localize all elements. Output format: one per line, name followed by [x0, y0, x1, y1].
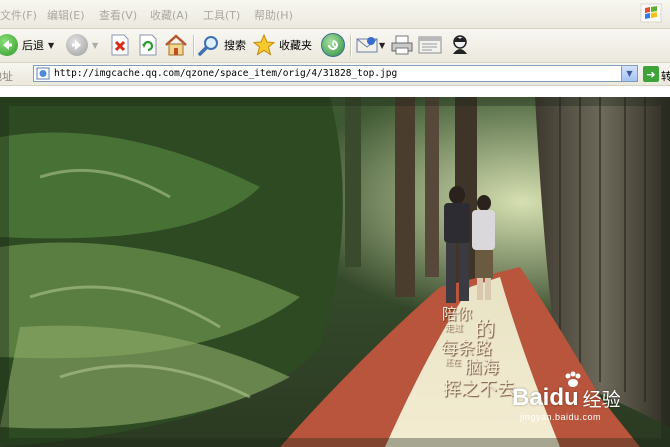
mail-button[interactable]: ▼	[356, 33, 385, 57]
mail-icon	[356, 37, 378, 53]
edit-icon	[418, 36, 442, 54]
edit-button[interactable]	[418, 33, 442, 57]
refresh-button[interactable]	[138, 33, 158, 57]
home-button[interactable]	[164, 33, 188, 57]
print-icon	[391, 35, 413, 55]
menu-edit[interactable]: 编辑(E)	[47, 7, 85, 23]
mail-dropdown-icon[interactable]: ▼	[379, 41, 385, 50]
messenger-icon	[453, 35, 467, 54]
address-url: http://imgcache.qq.com/qzone/space_item/…	[54, 68, 398, 79]
menu-file[interactable]: 文件(F)	[0, 7, 37, 23]
caption-line-2: 走过	[445, 324, 464, 334]
stop-button[interactable]	[110, 33, 130, 57]
paw-icon	[565, 371, 581, 387]
favorites-label: 收藏夹	[279, 39, 312, 52]
baidu-watermark: Baidu 经验 jingyan.baidu.com	[512, 371, 621, 422]
caption-line-5: 还在	[445, 358, 461, 367]
toolbar: 后退 ▼ ▼ 搜索 收藏夹 ▼	[0, 29, 670, 63]
forward-arrow-icon	[66, 34, 88, 56]
address-bar: 地址 http://imgcache.qq.com/qzone/space_it…	[0, 63, 670, 86]
address-label: 地址	[0, 70, 13, 83]
favorites-button[interactable]: 收藏夹	[253, 33, 312, 57]
watermark-sub: jingyan.baidu.com	[520, 412, 602, 422]
toolbar-separator	[193, 35, 195, 57]
back-button[interactable]: 后退 ▼	[0, 33, 54, 57]
stop-icon	[111, 34, 129, 56]
back-dropdown-icon[interactable]: ▼	[48, 41, 54, 50]
watermark-product: 经验	[582, 388, 621, 411]
forward-button[interactable]: ▼	[66, 33, 98, 57]
home-icon	[165, 34, 187, 56]
refresh-icon	[139, 34, 157, 56]
star-icon	[253, 34, 275, 56]
history-icon	[321, 33, 345, 57]
go-arrow-icon: ➜	[646, 67, 656, 81]
page-icon	[36, 67, 50, 80]
search-icon	[198, 36, 218, 56]
go-button[interactable]: ➜	[643, 66, 659, 82]
address-dropdown-icon[interactable]: ▼	[621, 66, 637, 81]
go-label: 转	[661, 70, 670, 83]
caption-line-7: 挥之不去	[443, 379, 515, 400]
history-button[interactable]	[321, 33, 345, 57]
messenger-button[interactable]	[449, 33, 471, 57]
search-label: 搜索	[224, 39, 246, 52]
back-label: 后退	[22, 39, 44, 52]
address-input[interactable]: http://imgcache.qq.com/qzone/space_item/…	[33, 65, 638, 82]
toolbar-separator	[350, 35, 352, 57]
menu-tools[interactable]: 工具(T)	[203, 7, 240, 23]
menu-help[interactable]: 帮助(H)	[254, 7, 293, 23]
menu-view[interactable]: 查看(V)	[99, 7, 137, 23]
windows-flag-icon	[640, 3, 662, 23]
search-button[interactable]: 搜索	[198, 33, 246, 57]
menu-favorites[interactable]: 收藏(A)	[150, 7, 188, 23]
back-arrow-icon	[0, 34, 18, 56]
menu-bar: 文件(F) 编辑(E) 查看(V) 收藏(A) 工具(T) 帮助(H)	[0, 0, 670, 29]
print-button[interactable]	[391, 33, 413, 57]
forward-dropdown-icon: ▼	[92, 40, 99, 50]
